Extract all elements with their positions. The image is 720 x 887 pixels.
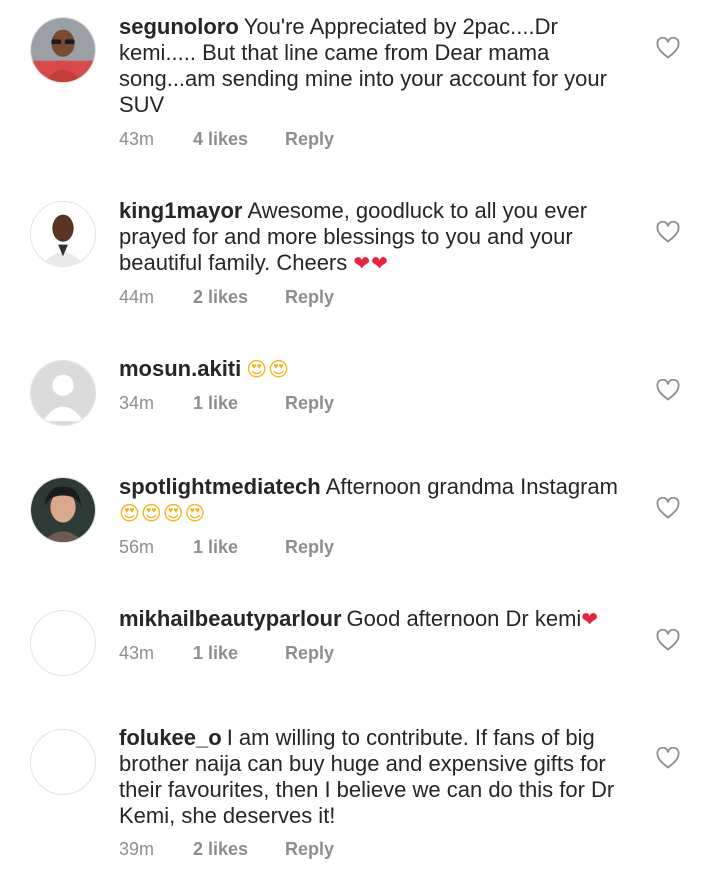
heart-outline-icon: [656, 629, 680, 651]
comment-likes[interactable]: 1 like: [193, 537, 285, 558]
comment-likes[interactable]: 2 likes: [193, 287, 285, 308]
heart-outline-icon: [656, 221, 680, 243]
comment-username[interactable]: king1mayor: [119, 198, 243, 223]
user-photo-icon: [31, 202, 95, 266]
comment-username[interactable]: mosun.akiti: [119, 356, 241, 381]
comment-username[interactable]: segunoloro: [119, 14, 239, 39]
comment-meta: 43m 4 likes Reply: [119, 129, 334, 150]
comment-username[interactable]: spotlightmediatech: [119, 474, 321, 499]
comment-body: Good afternoon Dr kemi: [346, 606, 582, 631]
heart-outline-icon: [656, 37, 680, 59]
like-button[interactable]: [656, 747, 680, 769]
comment-time: 43m: [119, 643, 155, 663]
like-button[interactable]: [656, 221, 680, 243]
comment-likes[interactable]: 1 like: [193, 643, 285, 664]
default-avatar-icon: [31, 361, 95, 425]
comment-username[interactable]: folukee_o: [119, 725, 222, 750]
comment-text: folukee_o I am willing to contribute. If …: [119, 725, 629, 829]
avatar[interactable]: [30, 610, 96, 676]
comment-text: spotlightmediatech Afternoon grandma Inst…: [119, 474, 629, 526]
comment-text: segunoloro You're Appreciated by 2pac....…: [119, 14, 629, 118]
avatar[interactable]: [30, 201, 96, 267]
comment-text: mikhailbeautyparlour Good afternoon Dr ke…: [119, 606, 629, 632]
reply-button[interactable]: Reply: [285, 537, 334, 558]
reply-button[interactable]: Reply: [285, 393, 334, 414]
heart-outline-icon: [656, 747, 680, 769]
heart-emoji: ❤❤: [353, 251, 389, 275]
like-button[interactable]: [656, 37, 680, 59]
reply-button[interactable]: Reply: [285, 287, 334, 308]
avatar[interactable]: [30, 477, 96, 543]
reply-button[interactable]: Reply: [285, 839, 334, 860]
like-button[interactable]: [656, 379, 680, 401]
comment-time: 34m: [119, 393, 155, 413]
avatar[interactable]: [30, 17, 96, 83]
comment-text: king1mayor Awesome, goodluck to all you e…: [119, 198, 629, 276]
comment-time: 43m: [119, 129, 155, 149]
comment-time: 56m: [119, 537, 155, 557]
comment-likes[interactable]: 4 likes: [193, 129, 285, 150]
like-button[interactable]: [656, 497, 680, 519]
comment-likes[interactable]: 2 likes: [193, 839, 285, 860]
comment-time: 39m: [119, 839, 155, 859]
avatar[interactable]: [30, 360, 96, 426]
reply-button[interactable]: Reply: [285, 129, 334, 150]
comment-meta: 43m 1 like Reply: [119, 643, 334, 664]
like-button[interactable]: [656, 629, 680, 651]
comment-time: 44m: [119, 287, 155, 307]
avatar[interactable]: [30, 729, 96, 795]
heart-outline-icon: [656, 497, 680, 519]
reply-button[interactable]: Reply: [285, 643, 334, 664]
comment-meta: 34m 1 like Reply: [119, 393, 334, 414]
comment-meta: 44m 2 likes Reply: [119, 287, 334, 308]
user-photo-icon: [31, 18, 95, 82]
comment-username[interactable]: mikhailbeautyparlour: [119, 606, 342, 631]
heart-outline-icon: [656, 379, 680, 401]
comment-text: mosun.akiti 😍😍: [119, 356, 629, 382]
comment-meta: 39m 2 likes Reply: [119, 839, 334, 860]
comment-likes[interactable]: 1 like: [193, 393, 285, 414]
heart-emoji: ❤: [581, 607, 600, 631]
heart-eyes-emoji: 😍😍: [246, 357, 290, 381]
comment-body: Afternoon grandma Instagram: [325, 474, 618, 499]
user-photo-icon: [31, 478, 95, 542]
comment-meta: 56m 1 like Reply: [119, 537, 334, 558]
heart-eyes-emoji: 😍😍😍😍: [119, 501, 207, 525]
